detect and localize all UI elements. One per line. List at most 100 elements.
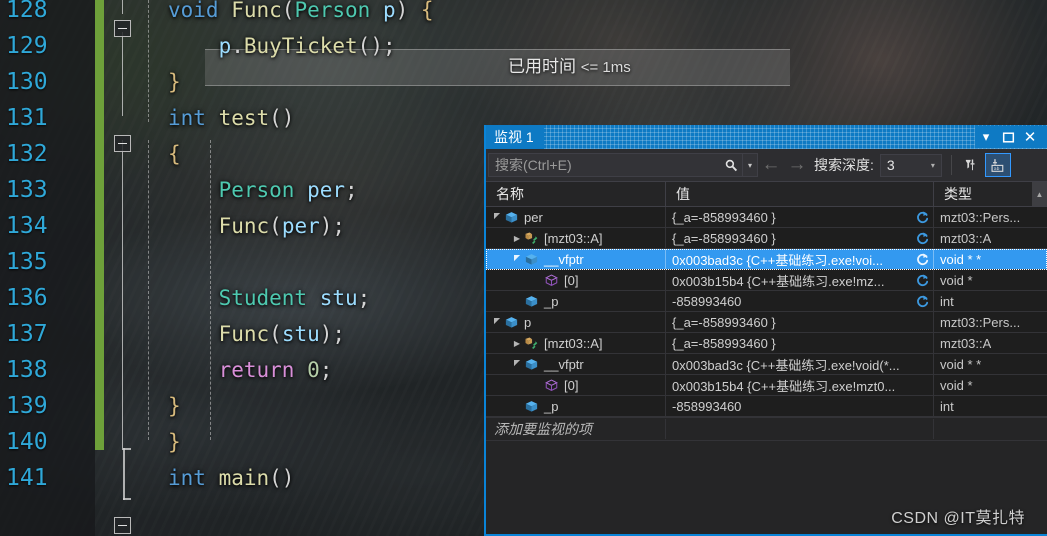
watch-row[interactable]: ◢ per {_a=-858993460 } mzt03::Pers...	[486, 207, 1047, 228]
code-line[interactable]: 128 void Func(Person p) {	[0, 0, 1047, 28]
line-number: 136	[6, 285, 48, 311]
base-class-icon-glyph	[525, 337, 538, 349]
line-number: 137	[6, 321, 48, 347]
watch-row-value: 0x003bad3c {C++基础练习.exe!void(*...	[672, 357, 900, 373]
watch-row-name-cell[interactable]: ▶ [mzt03::A]	[486, 333, 666, 353]
watch-row[interactable]: _p -858993460 int	[486, 291, 1047, 312]
column-header-name[interactable]: 名称	[486, 182, 666, 206]
line-number: 135	[6, 249, 48, 275]
scroll-up-button[interactable]: ▲	[1032, 182, 1047, 206]
code-line[interactable]: 129 p.BuyTicket();	[0, 28, 1047, 64]
code-token: Func	[168, 322, 270, 346]
watch-row-list[interactable]: ◢ per {_a=-858993460 } mzt03::Pers... ▶ [mzt0…	[486, 207, 1047, 417]
watch-row-name-cell[interactable]: ▶ [mzt03::A]	[486, 228, 666, 248]
field-cube-icon-glyph	[525, 358, 538, 370]
watch-row-name-cell[interactable]: [0]	[486, 375, 666, 395]
code-text: }	[168, 64, 181, 100]
watch-row-name-cell[interactable]: _p	[486, 396, 666, 416]
watch-row-value-cell[interactable]: 0x003b15b4 {C++基础练习.exe!mz...	[666, 270, 934, 290]
field-cube-icon-glyph	[525, 400, 538, 412]
watch-row[interactable]: ▶ [mzt03::A] {_a=-858993460 } mzt03::A	[486, 228, 1047, 249]
expander-expanded-icon[interactable]: ◢	[490, 312, 504, 332]
search-depth-select[interactable]: 3 ▾	[879, 153, 942, 177]
code-text: Person per;	[168, 172, 358, 208]
watch-row-name: _p	[544, 293, 559, 309]
refresh-icon[interactable]	[915, 252, 930, 267]
refresh-icon[interactable]	[915, 231, 930, 246]
watch-row[interactable]: _p -858993460 int	[486, 396, 1047, 417]
expander-expanded-icon[interactable]: ◢	[510, 354, 524, 374]
watch-row[interactable]: ◢ __vfptr 0x003bad3c {C++基础练习.exe!voi... vo…	[486, 249, 1047, 270]
column-header-value[interactable]: 值	[666, 182, 934, 206]
search-options-caret[interactable]: ▾	[742, 154, 757, 176]
watch-row-value-cell[interactable]: -858993460	[666, 396, 934, 416]
watch-row-value-cell[interactable]: {_a=-858993460 }	[666, 312, 934, 332]
pin-filter-icon[interactable]	[959, 153, 985, 177]
watch-window[interactable]: 监视 1 ▾ ✕ 搜索(Ctrl+E) ▾ ← → 搜索深度: 3 ▾ ab 名…	[484, 125, 1047, 536]
watch-row-name-cell[interactable]: ◢ per	[486, 207, 666, 227]
line-number: 133	[6, 177, 48, 203]
refresh-icon-glyph	[917, 274, 929, 286]
watch-row-name-cell[interactable]: ◢ p	[486, 312, 666, 332]
watch-row-type: mzt03::Pers...	[940, 314, 1021, 330]
line-number: 128	[6, 0, 48, 23]
column-header-type[interactable]: 类型	[934, 182, 1032, 206]
code-line[interactable]: 130}	[0, 64, 1047, 100]
watch-row-value-cell[interactable]: 0x003b15b4 {C++基础练习.exe!mzt0...	[666, 375, 934, 395]
watch-row[interactable]: [0] 0x003b15b4 {C++基础练习.exe!mz... void *	[486, 270, 1047, 291]
code-token: test	[218, 106, 270, 130]
base-class-icon-glyph	[525, 232, 538, 244]
watch-row[interactable]: ◢ __vfptr 0x003bad3c {C++基础练习.exe!void(*..…	[486, 354, 1047, 375]
expander-expanded-icon[interactable]: ◢	[510, 249, 524, 269]
watch-row-type-cell: mzt03::Pers...	[934, 207, 1047, 227]
add-watch-value-cell[interactable]	[666, 419, 934, 439]
code-token: per	[294, 178, 346, 202]
watch-row-value-cell[interactable]: 0x003bad3c {C++基础练习.exe!voi...	[666, 249, 934, 269]
watch-row-name: [0]	[564, 377, 579, 393]
expander-collapsed-icon[interactable]: ▶	[510, 228, 524, 248]
watch-row[interactable]: ◢ p {_a=-858993460 } mzt03::Pers...	[486, 312, 1047, 333]
watch-row-value-cell[interactable]: {_a=-858993460 }	[666, 228, 934, 248]
expander-collapsed-icon[interactable]: ▶	[510, 333, 524, 353]
refresh-icon[interactable]	[915, 273, 930, 288]
watch-row-name-cell[interactable]: ◢ __vfptr	[486, 249, 666, 269]
search-depth-value: 3	[886, 157, 895, 173]
code-token: ;	[357, 286, 371, 310]
line-number: 132	[6, 141, 48, 167]
search-input[interactable]: 搜索(Ctrl+E) ▾	[488, 153, 758, 177]
refresh-icon[interactable]	[915, 210, 930, 225]
expander-expanded-icon[interactable]: ◢	[490, 207, 504, 227]
watch-row-value-cell[interactable]: 0x003bad3c {C++基础练习.exe!void(*...	[666, 354, 934, 374]
add-watch-row[interactable]: 添加要监视的项	[486, 417, 1047, 441]
maximize-icon[interactable]	[997, 126, 1019, 148]
chevron-down-icon[interactable]: ▾	[925, 161, 941, 170]
fold-toggle-141[interactable]	[114, 517, 131, 534]
watch-title-bar[interactable]: 监视 1 ▾ ✕	[486, 125, 1047, 149]
watch-row-name-cell[interactable]: _p	[486, 291, 666, 311]
watch-row-value-cell[interactable]: {_a=-858993460 }	[666, 333, 934, 353]
watch-row[interactable]: [0] 0x003b15b4 {C++基础练习.exe!mzt0... void *	[486, 375, 1047, 396]
refresh-icon-glyph	[917, 211, 929, 223]
watch-row-value-cell[interactable]: -858993460	[666, 291, 934, 311]
watch-row-name: _p	[544, 398, 559, 414]
code-token: void	[168, 0, 232, 22]
field-cube-icon-glyph	[525, 295, 538, 307]
refresh-icon[interactable]	[915, 294, 930, 309]
watch-toolbar[interactable]: 搜索(Ctrl+E) ▾ ← → 搜索深度: 3 ▾ ab	[486, 149, 1047, 182]
code-token: }	[168, 70, 181, 94]
search-icon[interactable]	[720, 158, 742, 173]
watch-row-value-cell[interactable]: {_a=-858993460 }	[666, 207, 934, 227]
search-prev-button[interactable]: ←	[758, 153, 784, 177]
watch-row-type: int	[940, 398, 954, 414]
watch-row[interactable]: ▶ [mzt03::A] {_a=-858993460 } mzt03::A	[486, 333, 1047, 354]
add-watch-name-cell[interactable]: 添加要监视的项	[486, 419, 666, 439]
close-icon[interactable]: ✕	[1019, 126, 1043, 148]
code-text: Func(per);	[168, 208, 345, 244]
window-dropdown-icon[interactable]: ▾	[975, 126, 997, 148]
show-names-toggle-icon[interactable]: ab	[984, 153, 1011, 177]
watch-row-name-cell[interactable]: [0]	[486, 270, 666, 290]
watch-row-name-cell[interactable]: ◢ __vfptr	[486, 354, 666, 374]
watch-row-type: void *	[940, 377, 973, 393]
search-next-button[interactable]: →	[784, 153, 810, 177]
code-token: Func	[168, 214, 270, 238]
